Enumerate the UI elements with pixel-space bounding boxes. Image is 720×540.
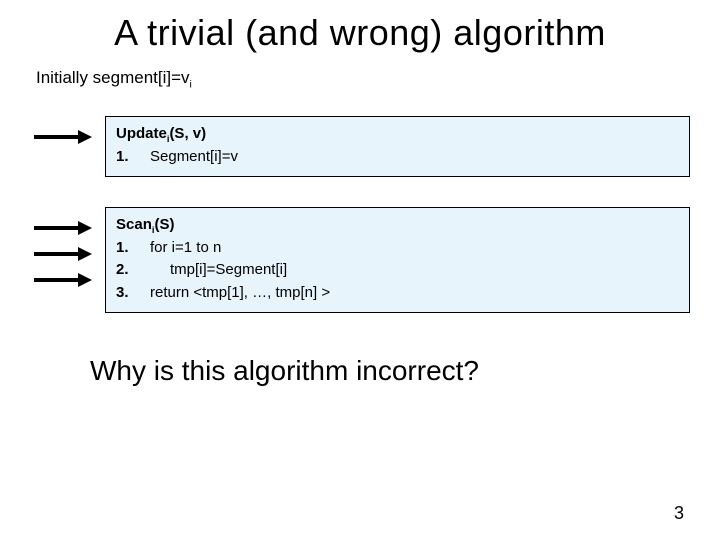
question-text: Why is this algorithm incorrect? [90,355,690,387]
update-row: Updatei(S, v) 1. Segment[i]=v [30,116,690,177]
init-prefix: Initially segment[i]=v [36,68,190,87]
update-head: Updatei(S, v) [116,123,679,146]
update-head-suffix: (S, v) [169,125,206,142]
scan-line-2-num: 2. [116,259,150,282]
scan-head: Scani(S) [116,214,679,237]
arrow-icon [30,241,92,267]
arrow-icon [30,124,92,150]
update-line-1-body: Segment[i]=v [150,146,679,169]
init-sub: i [190,78,192,90]
scan-head-suffix: (S) [154,216,174,233]
page-number: 3 [674,503,684,524]
scan-box: Scani(S) 1. for i=1 to n 2. tmp[i]=Segme… [105,207,690,313]
update-line-1: 1. Segment[i]=v [116,146,679,169]
slide-title: A trivial (and wrong) algorithm [30,12,690,54]
scan-line-3: 3. return <tmp[1], …, tmp[n] > [116,282,679,305]
initial-condition: Initially segment[i]=vi [36,68,690,88]
scan-line-2: 2. tmp[i]=Segment[i] [116,259,679,282]
scan-line-1-body: for i=1 to n [150,237,679,260]
update-head-prefix: Update [116,125,167,142]
arrow-icon [30,215,92,241]
arrow-icon [30,267,92,293]
scan-line-2-body: tmp[i]=Segment[i] [150,259,679,282]
scan-line-3-num: 3. [116,282,150,305]
update-arrow-group [30,116,105,150]
scan-head-prefix: Scan [116,216,152,233]
scan-row: Scani(S) 1. for i=1 to n 2. tmp[i]=Segme… [30,207,690,313]
update-line-1-num: 1. [116,146,150,169]
scan-arrow-group [30,207,105,293]
slide: { "title": "A trivial (and wrong) algori… [0,0,720,540]
scan-line-3-body: return <tmp[1], …, tmp[n] > [150,282,679,305]
scan-line-1: 1. for i=1 to n [116,237,679,260]
scan-line-1-num: 1. [116,237,150,260]
update-box: Updatei(S, v) 1. Segment[i]=v [105,116,690,177]
